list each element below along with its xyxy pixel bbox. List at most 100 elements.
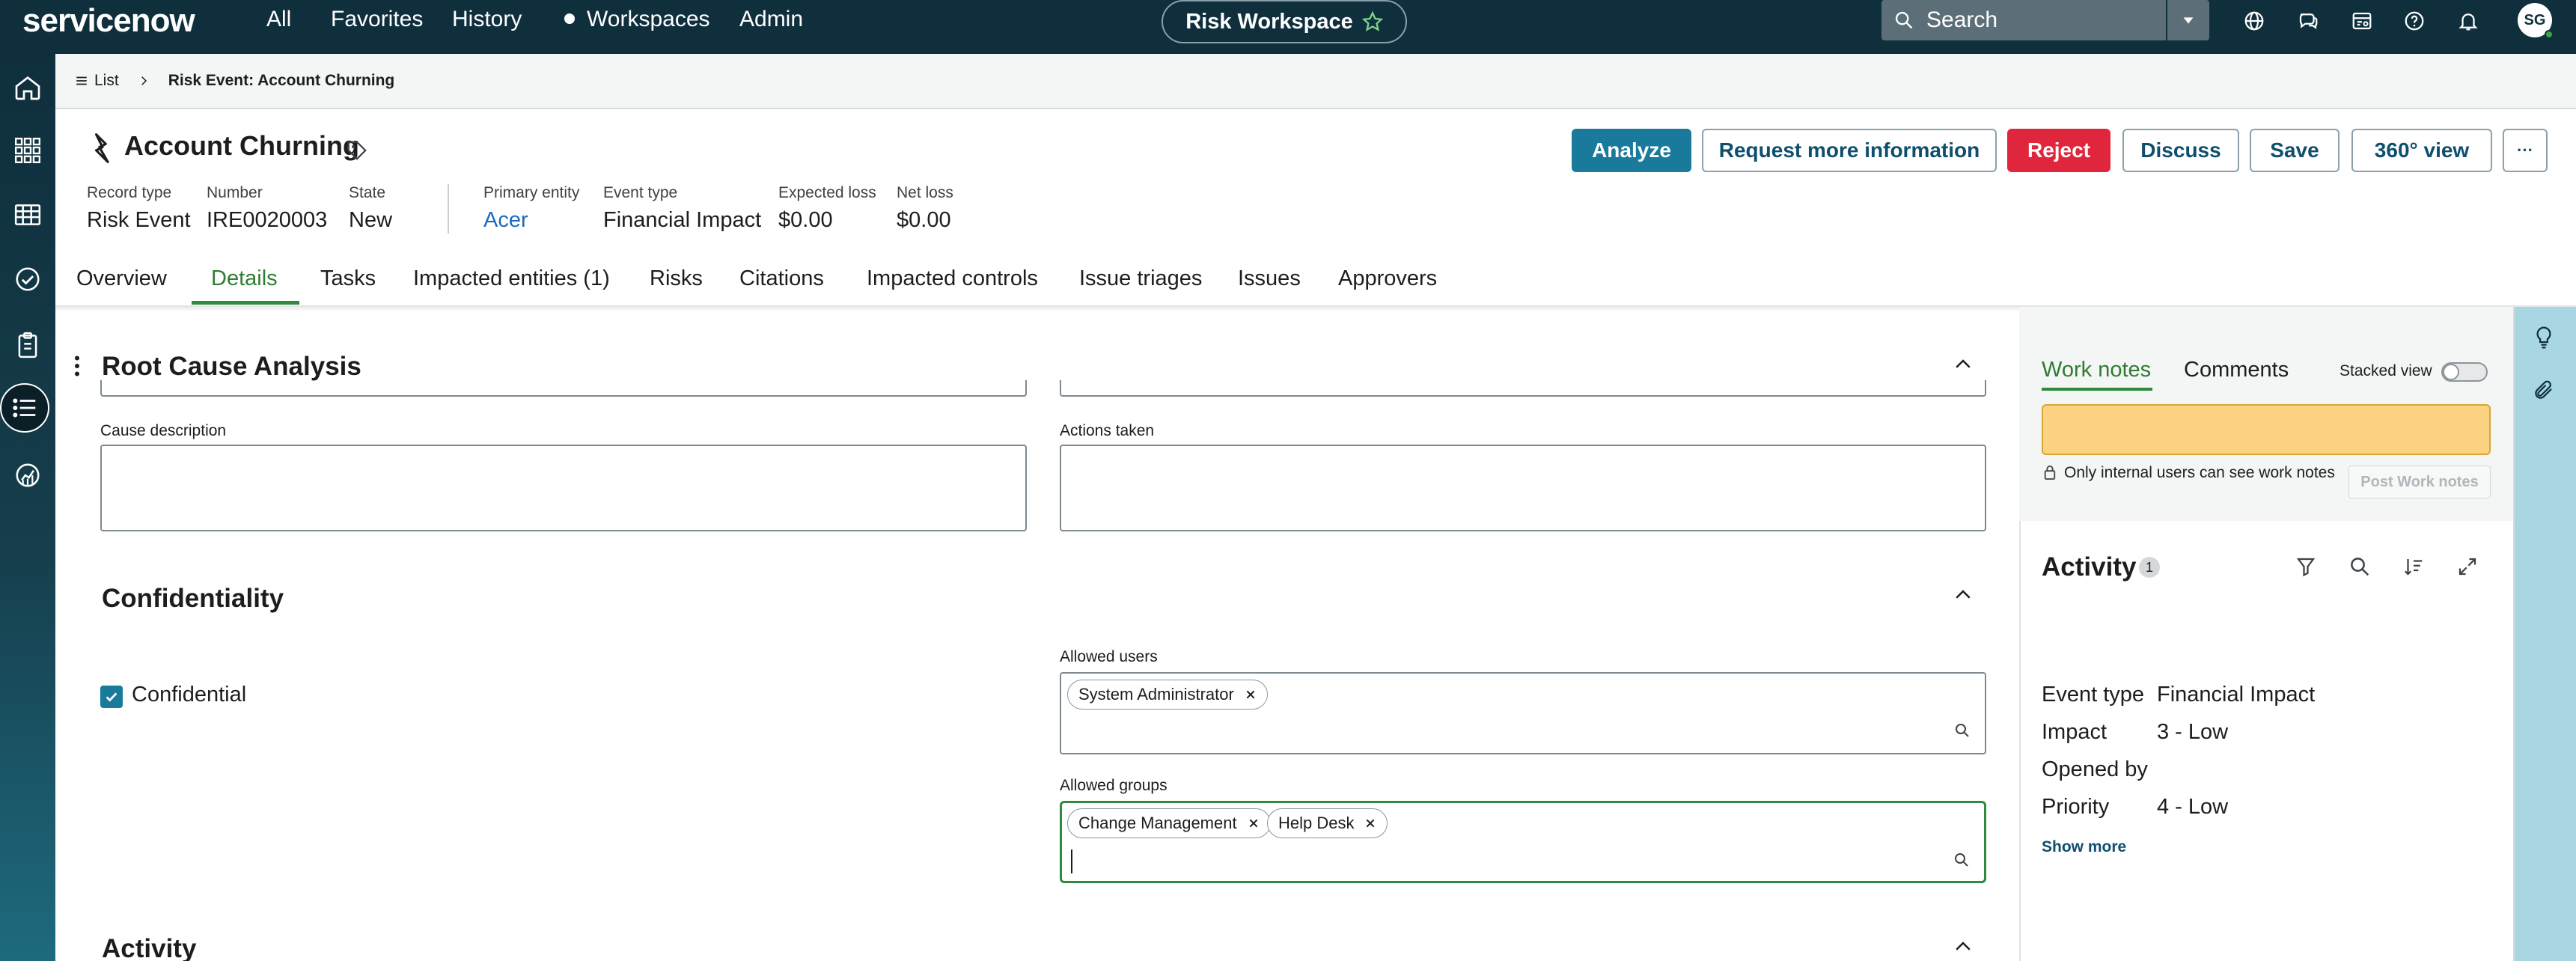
tab-comments[interactable]: Comments [2184, 358, 2289, 382]
confidential-checkbox[interactable] [100, 686, 123, 708]
tab-issue-triages[interactable]: Issue triages [1079, 266, 1202, 291]
more-actions-button[interactable]: ··· [2503, 129, 2548, 172]
allowed-group-tag-label: Change Management [1078, 814, 1237, 832]
remove-tag-icon[interactable] [1245, 689, 1257, 701]
chevron-right-icon [137, 74, 150, 88]
global-search[interactable] [1881, 0, 2166, 40]
apps-grid-icon[interactable] [9, 132, 46, 169]
nav-workspaces[interactable]: Workspaces [587, 6, 710, 33]
post-work-notes-button[interactable]: Post Work notes [2348, 466, 2491, 498]
analytics-icon[interactable] [9, 457, 46, 494]
list-link[interactable]: List [75, 72, 119, 90]
nav-admin[interactable]: Admin [739, 6, 803, 33]
primary-entity-link[interactable]: Acer [483, 208, 528, 233]
list-icon[interactable] [6, 389, 43, 427]
allowed-user-tag-label: System Administrator [1078, 685, 1234, 704]
tab-details[interactable]: Details [211, 266, 278, 291]
filter-icon[interactable] [2295, 555, 2317, 578]
globe-icon[interactable] [2239, 6, 2269, 36]
breadcrumb-current: Risk Event: Account Churning [168, 72, 395, 89]
stacked-view-toggle[interactable] [2441, 362, 2488, 382]
meta-label-record-type: Record type [87, 184, 172, 201]
workspace-selector[interactable]: Risk Workspace [1162, 0, 1407, 43]
caret-down-icon [2180, 12, 2197, 28]
clipboard-icon[interactable] [9, 326, 46, 364]
remove-tag-icon[interactable] [1364, 817, 1376, 829]
show-more-link[interactable]: Show more [2042, 838, 2126, 856]
settings-panel-icon[interactable] [2347, 6, 2377, 36]
meta-label-net-loss: Net loss [897, 184, 953, 201]
allowed-users-label: Allowed users [1060, 648, 1158, 665]
tab-citations[interactable]: Citations [739, 266, 824, 291]
star-icon[interactable] [1361, 11, 1383, 32]
presence-status-icon [2545, 30, 2554, 39]
sort-icon[interactable] [2402, 555, 2425, 578]
allowed-users-field[interactable]: System Administrator [1060, 672, 1986, 754]
tab-work-notes[interactable]: Work notes [2042, 358, 2151, 382]
table-icon[interactable] [9, 196, 46, 234]
home-icon[interactable] [9, 69, 46, 106]
search-icon[interactable] [1953, 721, 1971, 739]
servicenow-logo[interactable]: servicenow [22, 1, 195, 40]
activity-count-badge: 1 [2139, 557, 2160, 578]
record-title: Account Churning [124, 130, 359, 161]
tag-icon[interactable] [346, 139, 368, 162]
cause-description-textarea[interactable] [100, 445, 1027, 531]
lightbulb-icon[interactable] [2533, 325, 2555, 350]
meta-label-event-type: Event type [603, 184, 678, 201]
workspaces-dot-icon [564, 13, 575, 24]
search-scope-dropdown[interactable] [2167, 0, 2209, 40]
bell-icon[interactable] [2453, 6, 2483, 36]
allowed-group-tag: Change Management [1067, 808, 1271, 838]
meta-label-number: Number [207, 184, 263, 201]
chat-icon[interactable] [2293, 6, 2323, 36]
collapse-confidentiality-icon[interactable] [1952, 584, 1974, 606]
nav-favorites[interactable]: Favorites [331, 6, 423, 33]
reject-button[interactable]: Reject [2007, 129, 2110, 172]
search-activity-icon[interactable] [2348, 555, 2371, 578]
save-button[interactable]: Save [2250, 129, 2340, 172]
list-link-label: List [94, 72, 119, 89]
attachment-icon[interactable] [2533, 379, 2555, 401]
active-tab-indicator [192, 301, 299, 305]
allowed-groups-field[interactable]: Change Management Help Desk [1060, 801, 1986, 883]
analyze-button[interactable]: Analyze [1572, 129, 1691, 172]
tab-tasks[interactable]: Tasks [320, 266, 376, 291]
actions-taken-textarea[interactable] [1060, 445, 1986, 531]
tab-approvers[interactable]: Approvers [1338, 266, 1437, 291]
view-360-button[interactable]: 360° view [2351, 129, 2492, 172]
cause-description-label: Cause description [100, 422, 227, 439]
nav-all[interactable]: All [266, 6, 291, 33]
meta-value-expected-loss: $0.00 [778, 208, 833, 232]
collapse-root-cause-icon[interactable] [1952, 353, 1974, 376]
scrolled-field-right [1060, 380, 1986, 397]
nav-history[interactable]: History [452, 6, 522, 33]
tab-risks[interactable]: Risks [650, 266, 703, 291]
tab-overview[interactable]: Overview [76, 266, 167, 291]
allowed-group-tag: Help Desk [1267, 808, 1388, 838]
activity-panel-title: Activity [2042, 552, 2137, 582]
request-more-information-button[interactable]: Request more information [1702, 129, 1997, 172]
tab-issues[interactable]: Issues [1238, 266, 1301, 291]
help-icon[interactable] [2399, 6, 2429, 36]
drag-handle-icon[interactable] [72, 355, 82, 377]
section-title-root-cause: Root Cause Analysis [102, 352, 361, 381]
activity-field-value: 4 - Low [2157, 795, 2229, 819]
search-icon[interactable] [1953, 851, 1971, 869]
tab-impacted-controls[interactable]: Impacted controls [867, 266, 1038, 291]
search-input[interactable] [1926, 7, 2151, 33]
remove-tag-icon[interactable] [1248, 817, 1260, 829]
left-rail [0, 54, 55, 961]
discuss-button[interactable]: Discuss [2122, 129, 2239, 172]
activity-field-label: Event type [2042, 683, 2145, 707]
meta-label-primary-entity: Primary entity [483, 184, 580, 201]
collapse-activity-icon[interactable] [1952, 936, 1974, 958]
section-title-confidentiality: Confidentiality [102, 584, 284, 613]
expand-icon[interactable] [2456, 555, 2479, 578]
tab-impacted-entities[interactable]: Impacted entities (1) [413, 266, 610, 291]
work-notes-input[interactable] [2042, 404, 2491, 455]
confidential-label: Confidential [132, 683, 247, 707]
checkmark-circle-icon[interactable] [9, 260, 46, 298]
search-icon [1893, 10, 1914, 31]
allowed-user-tag: System Administrator [1067, 680, 1268, 710]
